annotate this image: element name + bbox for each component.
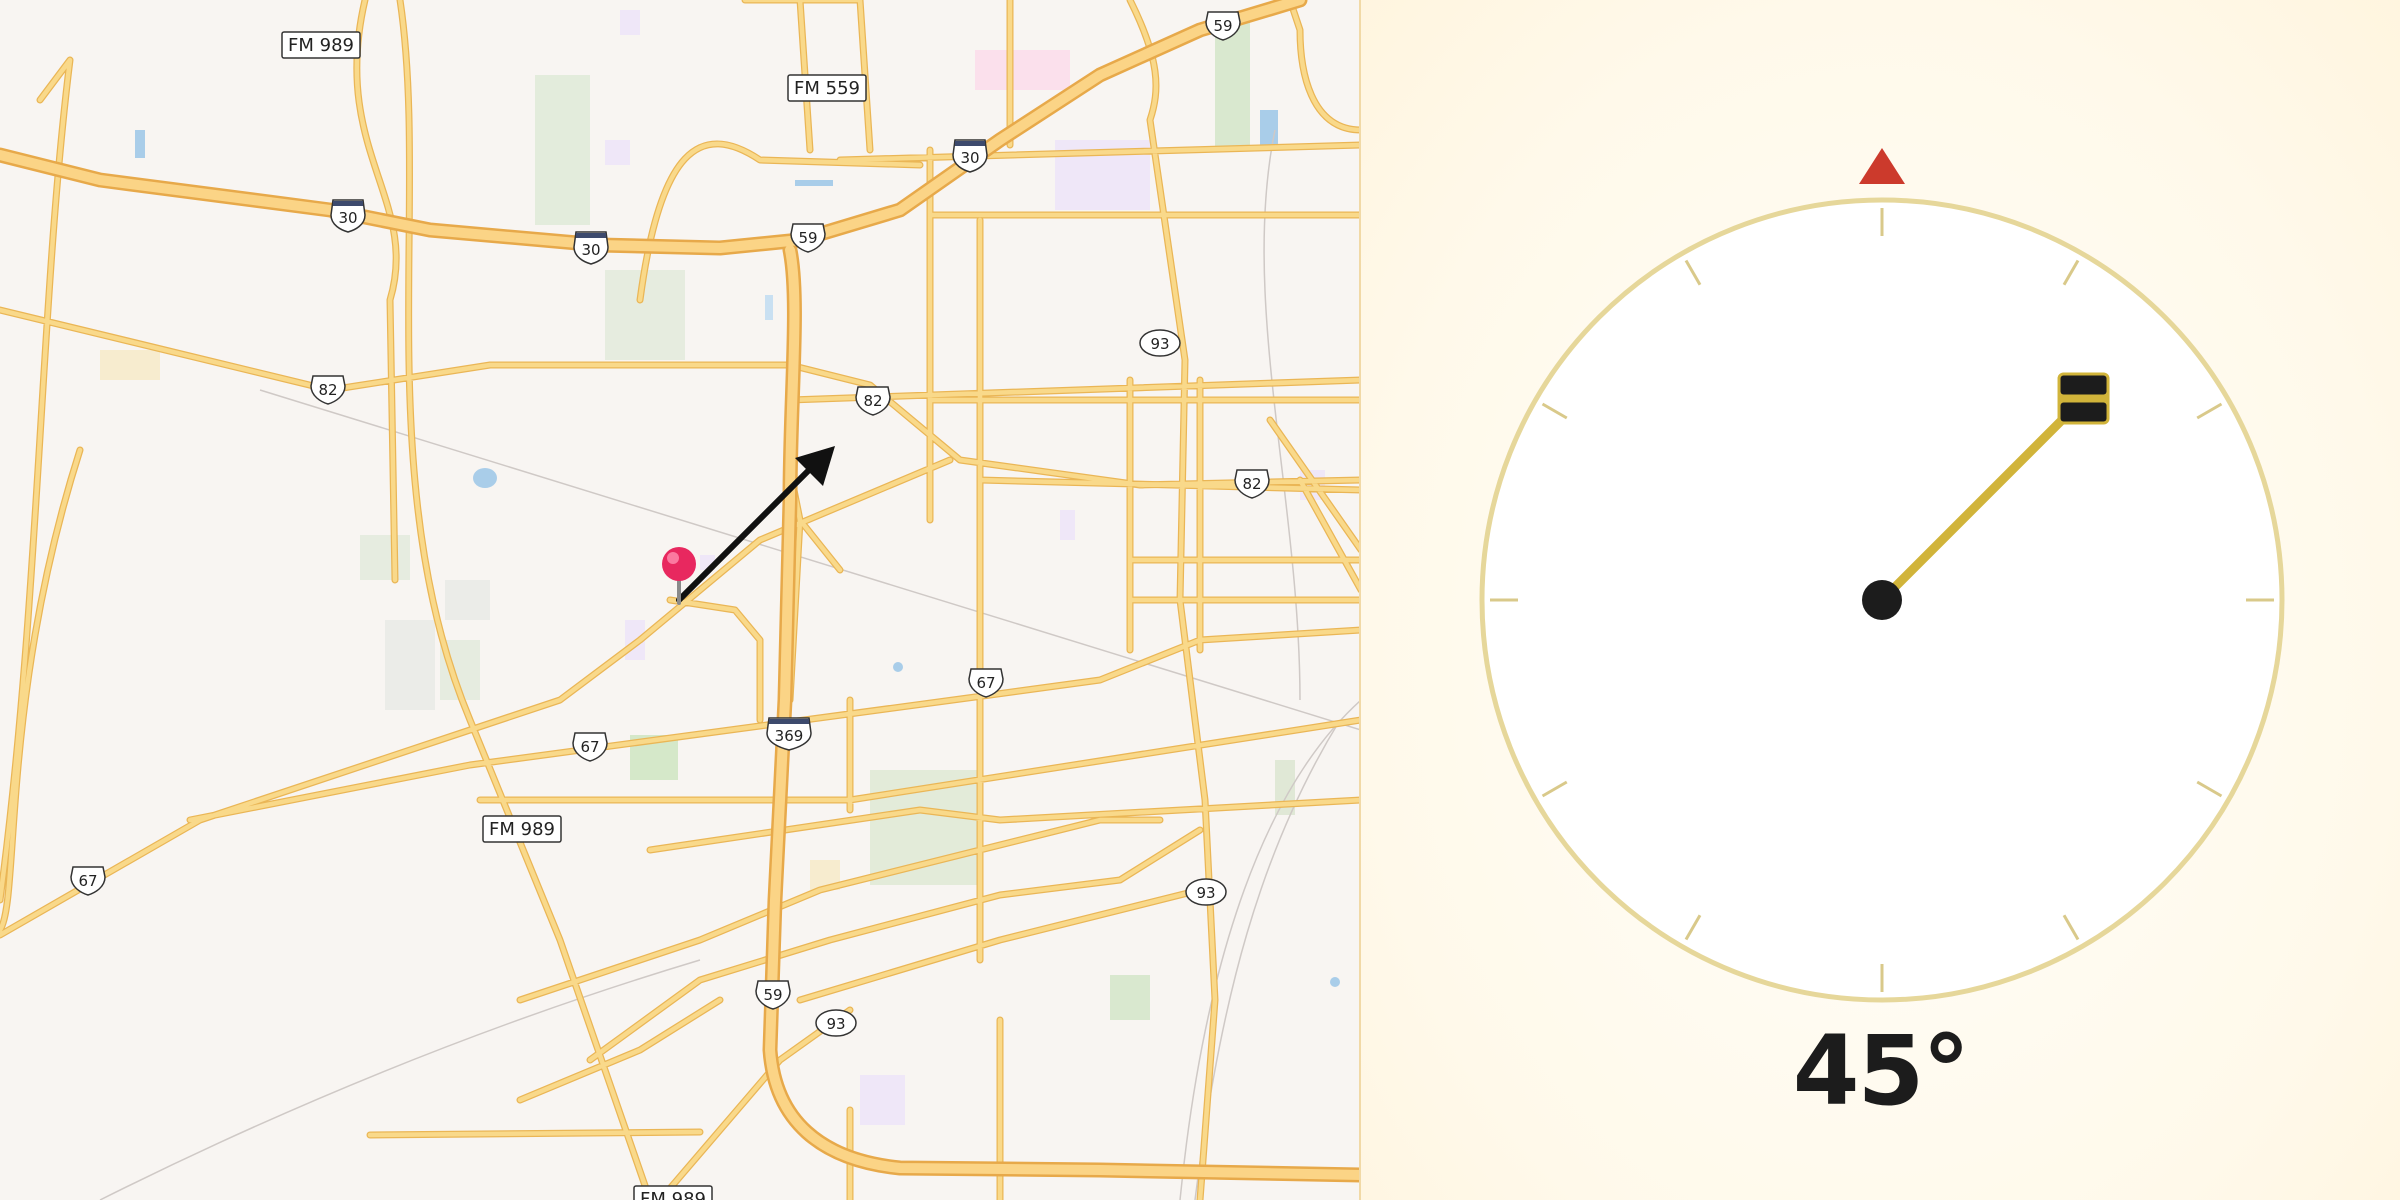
us-route-shield: 59 xyxy=(755,980,791,1010)
svg-text:82: 82 xyxy=(1242,475,1261,493)
north-marker xyxy=(1859,148,1905,184)
svg-text:30: 30 xyxy=(581,241,600,259)
fm-shield: FM 989 xyxy=(281,31,361,59)
svg-text:30: 30 xyxy=(960,149,979,167)
map-canvas[interactable]: FM 989 FM 559 FM 989 FM 989 30 30 30 369… xyxy=(0,0,1361,1200)
interstate-shield: 369 xyxy=(766,717,812,751)
us-route-shield: 82 xyxy=(1234,469,1270,499)
us-route-shield: 82 xyxy=(310,375,346,405)
svg-text:59: 59 xyxy=(798,229,817,247)
state-route-shield: 93 xyxy=(815,1009,857,1037)
fm-shield: FM 989 xyxy=(633,1185,713,1200)
svg-text:93: 93 xyxy=(1196,884,1215,902)
fm-shield: FM 559 xyxy=(787,74,867,102)
svg-text:59: 59 xyxy=(1213,17,1232,35)
direction-arrow xyxy=(676,446,835,603)
state-route-shield: 93 xyxy=(1139,329,1181,357)
svg-text:67: 67 xyxy=(976,674,995,692)
us-route-shield: 67 xyxy=(572,732,608,762)
svg-text:93: 93 xyxy=(1150,335,1169,353)
fm-shield: FM 989 xyxy=(482,815,562,843)
svg-text:82: 82 xyxy=(863,392,882,410)
svg-text:30: 30 xyxy=(338,209,357,227)
interstate-shield: 30 xyxy=(573,231,609,265)
svg-text:59: 59 xyxy=(763,986,782,1004)
svg-text:FM 559: FM 559 xyxy=(794,78,860,99)
svg-text:82: 82 xyxy=(318,381,337,399)
svg-text:67: 67 xyxy=(78,872,97,890)
compass-panel: 45° xyxy=(1361,0,2400,1200)
svg-text:FM 989: FM 989 xyxy=(489,819,555,840)
map-view[interactable]: FM 989 FM 559 FM 989 FM 989 30 30 30 369… xyxy=(0,0,1361,1200)
svg-text:67: 67 xyxy=(580,738,599,756)
land-use-patches xyxy=(100,10,1340,1125)
needle-drag-handle[interactable] xyxy=(2057,372,2110,425)
svg-text:369: 369 xyxy=(775,727,804,745)
svg-text:93: 93 xyxy=(826,1015,845,1033)
state-route-shield: 93 xyxy=(1185,878,1227,906)
heading-readout: 45° xyxy=(1792,1015,1971,1127)
svg-text:FM 989: FM 989 xyxy=(288,35,354,56)
interstate-shield: 30 xyxy=(330,199,366,233)
needle-pivot xyxy=(1862,580,1902,620)
svg-text:FM 989: FM 989 xyxy=(640,1189,706,1200)
us-route-shield: 82 xyxy=(855,386,891,416)
